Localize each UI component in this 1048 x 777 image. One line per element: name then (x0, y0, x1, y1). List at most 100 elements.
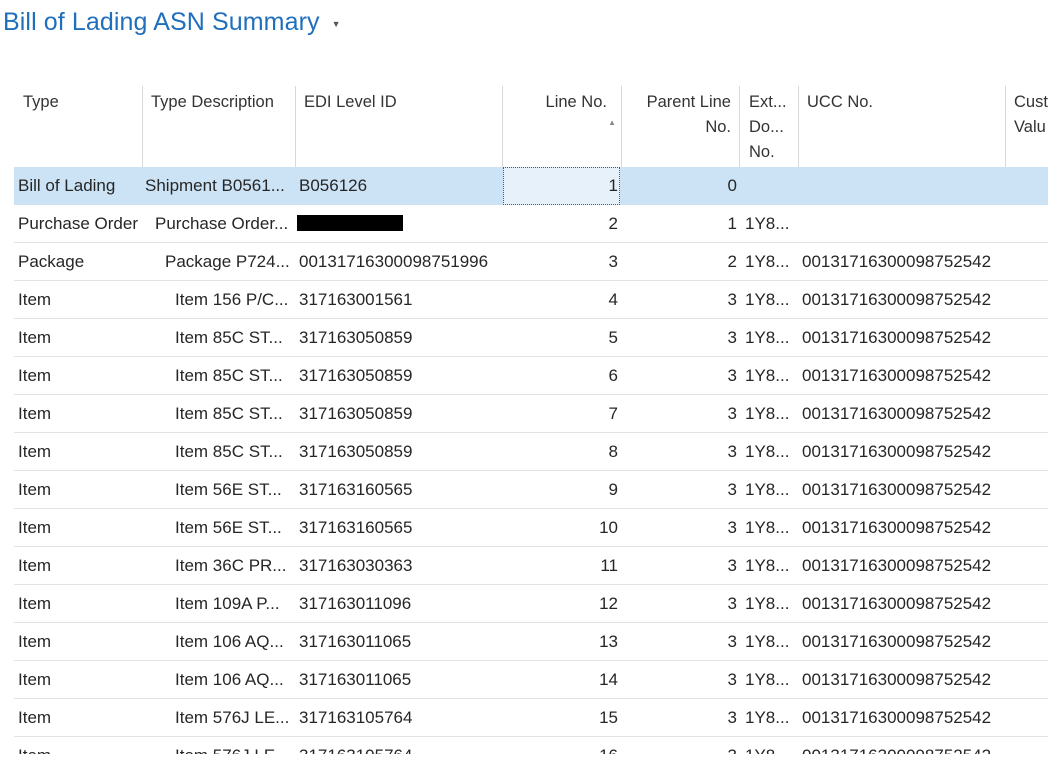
column-header-edi-level-id[interactable]: EDI Level ID (296, 86, 503, 167)
cell-edi-level-id[interactable]: 317163001561 (299, 281, 501, 318)
cell-type[interactable]: Item (18, 547, 142, 584)
cell-edi-level-id[interactable]: 317163050859 (299, 319, 501, 356)
cell-edi-level-id[interactable]: 317163160565 (299, 509, 501, 546)
column-header-cust-value[interactable]: Cust Valu (1006, 86, 1048, 167)
cell-ext-doc-no[interactable]: 1Y8... (745, 243, 797, 280)
cell-parent-line-no[interactable]: 3 (622, 737, 737, 754)
column-header-parent-line-no[interactable]: Parent Line No. (622, 86, 740, 167)
cell-type[interactable]: Item (18, 433, 142, 470)
cell-line-no[interactable]: 15 (503, 699, 618, 736)
cell-ucc-no[interactable]: 00131716300098752542 (802, 243, 1004, 280)
cell-type[interactable]: Purchase Order (18, 205, 142, 242)
cell-ucc-no[interactable]: 00131716300098752542 (802, 357, 1004, 394)
cell-edi-level-id[interactable]: 317163011065 (299, 623, 501, 660)
cell-type-description[interactable]: Item 156 P/C... (175, 281, 292, 318)
table-row[interactable]: Item Item 85C ST... 317163050859 5 3 1Y8... 00… (14, 319, 1048, 357)
cell-type-description[interactable]: Item 85C ST... (175, 319, 292, 356)
cell-edi-level-id[interactable]: 317163050859 (299, 433, 501, 470)
cell-line-no[interactable]: 11 (503, 547, 618, 584)
cell-edi-level-id[interactable]: 317163011065 (299, 661, 501, 698)
cell-type[interactable]: Item (18, 319, 142, 356)
cell-type-description[interactable]: Item 85C ST... (175, 433, 292, 470)
table-row[interactable]: Item Item 36C PR... 317163030363 11 3 1Y8... 0… (14, 547, 1048, 585)
caret-down-icon[interactable]: ▼ (332, 19, 341, 29)
cell-ucc-no[interactable]: 00131716300098752542 (802, 281, 1004, 318)
cell-ucc-no[interactable]: 00131716300098752542 (802, 737, 1004, 754)
column-header-line-no[interactable]: Line No. ▲ (503, 86, 622, 167)
cell-type-description[interactable]: Item 56E ST... (175, 471, 292, 508)
cell-ext-doc-no[interactable] (745, 167, 797, 204)
cell-parent-line-no[interactable]: 3 (622, 281, 737, 318)
cell-line-no[interactable]: 7 (503, 395, 618, 432)
cell-line-no[interactable]: 5 (503, 319, 618, 356)
cell-type[interactable]: Item (18, 585, 142, 622)
cell-type[interactable]: Package (18, 243, 142, 280)
cell-type-description[interactable]: Item 576J LE... (175, 737, 292, 754)
cell-parent-line-no[interactable]: 3 (622, 319, 737, 356)
cell-ext-doc-no[interactable]: 1Y8... (745, 471, 797, 508)
column-header-ucc-no[interactable]: UCC No. (799, 86, 1006, 167)
cell-edi-level-id[interactable]: 317163160565 (299, 471, 501, 508)
cell-ucc-no[interactable]: 00131716300098752542 (802, 319, 1004, 356)
cell-type-description[interactable]: Item 576J LE... (175, 699, 292, 736)
cell-parent-line-no[interactable]: 3 (622, 509, 737, 546)
cell-line-no[interactable]: 8 (503, 433, 618, 470)
cell-ucc-no[interactable] (802, 167, 1004, 204)
cell-type-description[interactable]: Package P724... (165, 243, 292, 280)
table-row[interactable]: Item Item 56E ST... 317163160565 9 3 1Y8... 00… (14, 471, 1048, 509)
cell-ext-doc-no[interactable]: 1Y8... (745, 319, 797, 356)
cell-ucc-no[interactable]: 00131716300098752542 (802, 547, 1004, 584)
cell-ext-doc-no[interactable]: 1Y8... (745, 623, 797, 660)
cell-parent-line-no[interactable]: 3 (622, 433, 737, 470)
table-row[interactable]: Item Item 576J LE... 317163105764 15 3 1Y8...… (14, 699, 1048, 737)
cell-line-no[interactable]: 1 (503, 167, 618, 204)
cell-parent-line-no[interactable]: 1 (622, 205, 737, 242)
cell-ucc-no[interactable]: 00131716300098752542 (802, 661, 1004, 698)
table-row[interactable]: Item Item 156 P/C... 317163001561 4 3 1Y8... 0… (14, 281, 1048, 319)
cell-type-description[interactable]: Shipment B0561... (145, 167, 292, 204)
cell-ucc-no[interactable] (802, 205, 1004, 242)
cell-type[interactable]: Item (18, 357, 142, 394)
cell-ext-doc-no[interactable]: 1Y8... (745, 205, 797, 242)
cell-ext-doc-no[interactable]: 1Y8... (745, 509, 797, 546)
cell-parent-line-no[interactable]: 3 (622, 395, 737, 432)
cell-parent-line-no[interactable]: 3 (622, 661, 737, 698)
cell-type-description[interactable]: Item 109A P... (175, 585, 292, 622)
cell-parent-line-no[interactable]: 3 (622, 585, 737, 622)
cell-type-description[interactable]: Item 56E ST... (175, 509, 292, 546)
table-row[interactable]: Item Item 109A P... 317163011096 12 3 1Y8... 0… (14, 585, 1048, 623)
cell-parent-line-no[interactable]: 2 (622, 243, 737, 280)
cell-type-description[interactable]: Item 36C PR... (175, 547, 292, 584)
cell-type[interactable]: Item (18, 737, 142, 754)
cell-line-no[interactable]: 9 (503, 471, 618, 508)
cell-line-no[interactable]: 4 (503, 281, 618, 318)
cell-edi-level-id[interactable]: 317163011096 (299, 585, 501, 622)
cell-line-no[interactable]: 16 (503, 737, 618, 754)
cell-type[interactable]: Item (18, 471, 142, 508)
cell-ext-doc-no[interactable]: 1Y8... (745, 585, 797, 622)
cell-type[interactable]: Item (18, 699, 142, 736)
cell-parent-line-no[interactable]: 3 (622, 623, 737, 660)
cell-parent-line-no[interactable]: 3 (622, 471, 737, 508)
cell-ucc-no[interactable]: 00131716300098752542 (802, 471, 1004, 508)
table-row[interactable]: Package Package P724... 001317163000987519… (14, 243, 1048, 281)
cell-edi-level-id[interactable]: 00131716300098751996 (299, 243, 501, 280)
cell-type-description[interactable]: Item 106 AQ... (175, 623, 292, 660)
cell-edi-level-id[interactable]: B056126 (299, 167, 501, 204)
cell-ext-doc-no[interactable]: 1Y8... (745, 547, 797, 584)
table-row[interactable]: Item Item 85C ST... 317163050859 8 3 1Y8... 00… (14, 433, 1048, 471)
cell-ext-doc-no[interactable]: 1Y8... (745, 281, 797, 318)
cell-ucc-no[interactable]: 00131716300098752542 (802, 433, 1004, 470)
table-row[interactable]: Bill of Lading Shipment B0561... B056126 1 0 (14, 167, 1048, 205)
cell-ext-doc-no[interactable]: 1Y8... (745, 357, 797, 394)
cell-parent-line-no[interactable]: 3 (622, 547, 737, 584)
cell-type[interactable]: Item (18, 281, 142, 318)
cell-line-no[interactable]: 2 (503, 205, 618, 242)
cell-edi-level-id[interactable]: 317163050859 (299, 395, 501, 432)
sort-ascending-icon[interactable]: ▲ (608, 110, 616, 135)
cell-line-no[interactable]: 10 (503, 509, 618, 546)
cell-ext-doc-no[interactable]: 1Y8... (745, 395, 797, 432)
table-row[interactable]: Item Item 106 AQ... 317163011065 14 3 1Y8... 0… (14, 661, 1048, 699)
table-row[interactable]: Item Item 576J LE... 317163105764163 1Y8...… (14, 737, 1048, 754)
column-header-type[interactable]: Type (14, 86, 143, 167)
